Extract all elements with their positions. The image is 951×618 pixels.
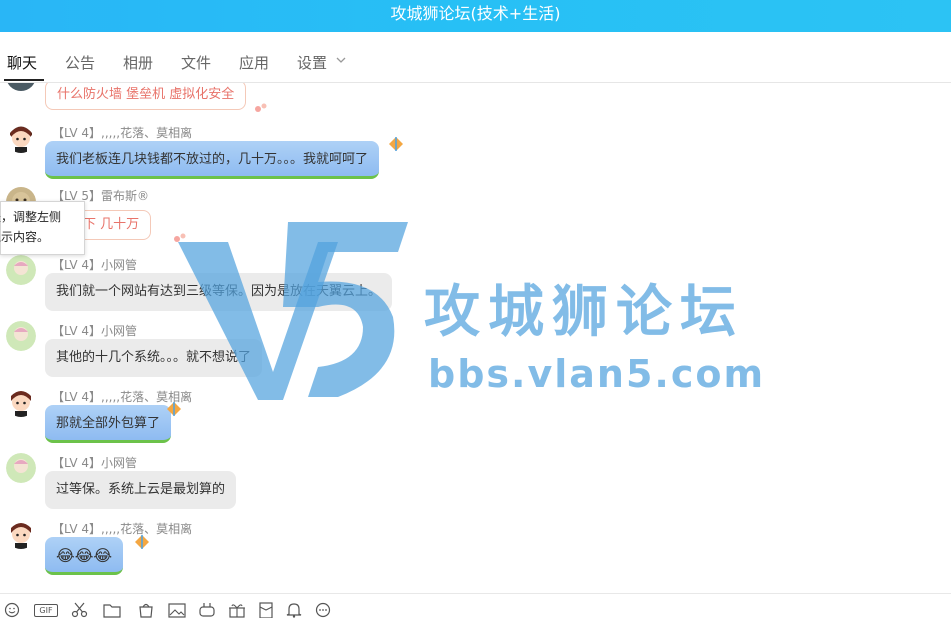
chat-message-area[interactable]: 什么防火墙 堡垒机 虚拟化安全 【LV 4】,,,,,花落、莫相离 我们老板连几… [0,83,951,593]
sender-name: 【LV 4】,,,,,花落、莫相离 [52,522,193,536]
message-bubble[interactable]: 其他的十几个系统。。。就不想说了 [45,339,263,377]
bell-icon[interactable] [285,602,303,618]
sender-name: 【LV 4】,,,,,花落、莫相离 [52,126,193,140]
avatar[interactable] [6,519,36,549]
red-packet-icon[interactable] [257,602,275,618]
message-bubble[interactable]: 我们就一个网站有达到三级等保。因为是放在天翼云上。 [45,273,393,311]
tab-announcements[interactable]: 公告 [65,52,95,73]
tab-apps[interactable]: 应用 [239,52,269,73]
avatar[interactable] [6,453,36,483]
window-title-bar: 攻城狮论坛(技术+生活) [0,0,951,32]
tab-settings[interactable]: 设置 [297,52,327,73]
gif-icon[interactable]: GIF [34,604,58,617]
flower-decoration-icon [174,233,186,242]
kite-decoration-icon [389,137,403,151]
message-bubble[interactable]: 😂😂😂 [45,537,124,575]
flower-decoration-icon [255,103,267,112]
chevron-down-icon[interactable] [335,54,347,66]
tab-bar: 聊天 公告 相册 文件 应用 设置 [0,32,951,83]
message-bubble[interactable]: 过等保。系统上云是最划算的 [45,471,237,509]
sender-name: 【LV 4】小网管 [52,456,138,470]
folder-icon[interactable] [103,602,121,618]
sender-name: 【LV 4】小网管 [52,324,138,338]
kite-decoration-icon [167,402,181,416]
smiley-icon[interactable] [4,602,22,618]
tooltip-line: 显示内容。 [0,230,50,244]
bag-icon[interactable] [137,602,155,618]
watermark-title: 攻城狮论坛 [424,280,744,345]
scissors-icon[interactable] [71,602,89,618]
tooltip-line: 是，调整左侧 [0,210,62,224]
input-toolbar: GIF [0,593,951,618]
active-tab-indicator [4,79,44,81]
message-bubble[interactable]: 那就全部外包算了 [45,405,172,443]
window-title: 攻城狮论坛(技术+生活) [390,4,561,23]
avatar[interactable] [6,83,36,91]
avatar[interactable] [6,321,36,351]
avatar[interactable] [6,387,36,417]
v5-logo-icon [178,222,408,400]
avatar[interactable] [6,123,36,153]
gift-icon[interactable] [228,602,246,618]
avatar[interactable] [6,255,36,285]
gamepad-icon[interactable] [198,602,216,618]
tooltip: 是，调整左侧 显示内容。 [0,201,85,255]
sender-name: 【LV 4】小网管 [52,258,138,272]
watermark-url: bbs.vlan5.com [428,352,766,396]
message-bubble[interactable]: 什么防火墙 堡垒机 虚拟化安全 [45,83,247,110]
watermark: 攻城狮论坛 bbs.vlan5.com [178,222,778,412]
tab-files[interactable]: 文件 [181,52,211,73]
kite-decoration-icon [135,535,149,549]
image-icon[interactable] [168,602,186,618]
more-icon[interactable] [315,602,333,618]
tab-album[interactable]: 相册 [123,52,153,73]
tab-chat[interactable]: 聊天 [7,52,37,73]
message-bubble[interactable]: 我们老板连几块钱都不放过的，几十万。。。我就呵呵了 [45,141,380,179]
